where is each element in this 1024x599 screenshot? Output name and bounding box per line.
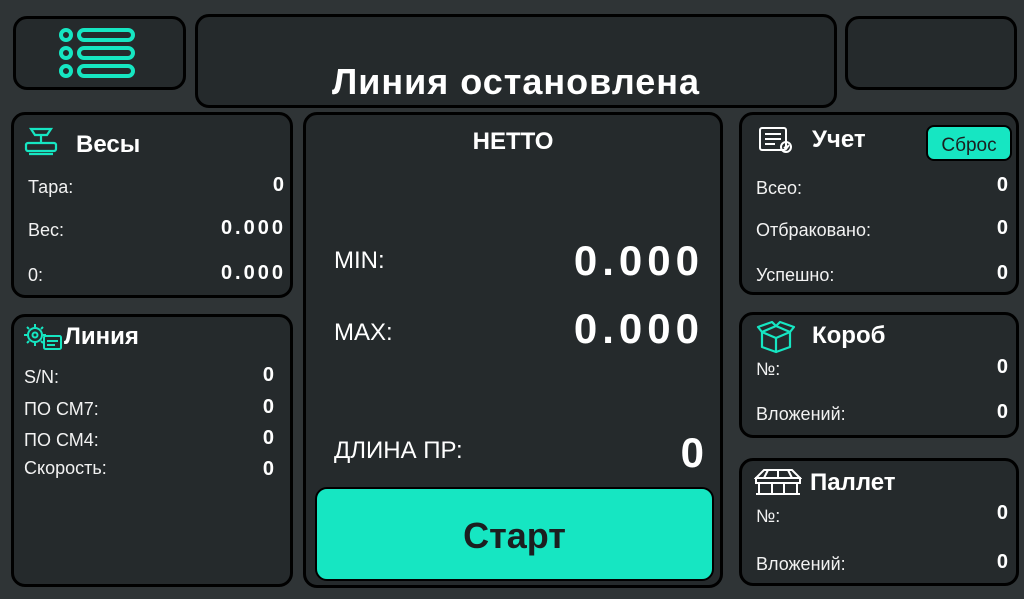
menu-button[interactable] xyxy=(13,16,186,90)
zero-label: 0: xyxy=(28,265,44,285)
length-value: 0 xyxy=(680,429,704,476)
box-nested-value: 0 xyxy=(996,401,1008,423)
fw-cm7-value: 0 xyxy=(262,396,274,418)
pallet-nested-value: 0 xyxy=(996,551,1008,573)
scales-title: Весы xyxy=(76,131,141,158)
reset-button[interactable]: Сброс xyxy=(926,125,1012,161)
start-button[interactable]: Старт xyxy=(315,487,714,581)
box-icon xyxy=(756,320,796,354)
speed-value: 0 xyxy=(262,458,274,480)
speed-label: Скорость: xyxy=(24,458,107,478)
total-label: Всео: xyxy=(756,178,803,198)
line-panel: Линия S/N: 0 ПО СМ7: 0 ПО СМ4: 0 Скорост… xyxy=(11,314,293,587)
weight-label: Вес: xyxy=(28,220,65,240)
fw-cm7-label: ПО СМ7: xyxy=(24,399,99,419)
min-value: 0.000 xyxy=(573,237,704,284)
status-bar: Линия остановлена xyxy=(195,14,837,108)
menu-icon xyxy=(59,28,135,78)
rejected-label: Отбраковано: xyxy=(756,220,871,240)
netto-title: НЕТТО xyxy=(472,128,554,155)
length-label: ДЛИНА ПР: xyxy=(334,437,463,464)
min-label: MIN: xyxy=(334,247,385,274)
gear-icon xyxy=(24,324,62,350)
scales-panel: Весы Тара: 0 Вес: 0.000 0: 0.000 xyxy=(11,112,293,298)
start-button-label: Старт xyxy=(463,515,566,556)
accounting-title: Учет xyxy=(812,126,866,153)
box-number-value: 0 xyxy=(996,356,1008,378)
zero-value: 0.000 xyxy=(220,262,286,284)
serial-label: S/N: xyxy=(24,367,60,387)
fw-cm4-value: 0 xyxy=(262,427,274,449)
line-status-text: Линия остановлена xyxy=(331,61,701,102)
pallet-title: Паллет xyxy=(810,469,896,496)
accounting-panel: Учет Сброс Всео: 0 Отбраковано: 0 Успешн… xyxy=(739,112,1019,295)
top-right-panel xyxy=(845,16,1017,90)
fw-cm4-label: ПО СМ4: xyxy=(24,430,99,450)
netto-panel: НЕТТО MIN: 0.000 MAX: 0.000 ДЛИНА ПР: 0 … xyxy=(303,112,723,588)
scale-icon xyxy=(24,127,58,156)
serial-value: 0 xyxy=(262,364,274,386)
pallet-icon xyxy=(754,469,802,495)
box-panel: Короб №: 0 Вложений: 0 xyxy=(739,312,1019,438)
tare-label: Тара: xyxy=(28,177,74,197)
tare-value: 0 xyxy=(272,174,284,196)
pallet-nested-label: Вложений: xyxy=(756,554,846,574)
pallet-panel: Паллет №: 0 Вложений: 0 xyxy=(739,458,1019,586)
ledger-icon xyxy=(759,127,792,153)
weight-value: 0.000 xyxy=(220,217,286,239)
reset-button-label: Сброс xyxy=(941,135,997,156)
max-label: MAX: xyxy=(334,319,393,346)
box-title: Короб xyxy=(812,322,886,349)
total-value: 0 xyxy=(996,174,1008,196)
box-number-label: №: xyxy=(756,359,781,379)
success-value: 0 xyxy=(996,262,1008,284)
success-label: Успешно: xyxy=(756,265,835,285)
max-value: 0.000 xyxy=(573,305,704,352)
rejected-value: 0 xyxy=(996,217,1008,239)
pallet-number-label: №: xyxy=(756,506,781,526)
box-nested-label: Вложений: xyxy=(756,404,846,424)
pallet-number-value: 0 xyxy=(996,502,1008,524)
line-title: Линия xyxy=(64,323,139,350)
